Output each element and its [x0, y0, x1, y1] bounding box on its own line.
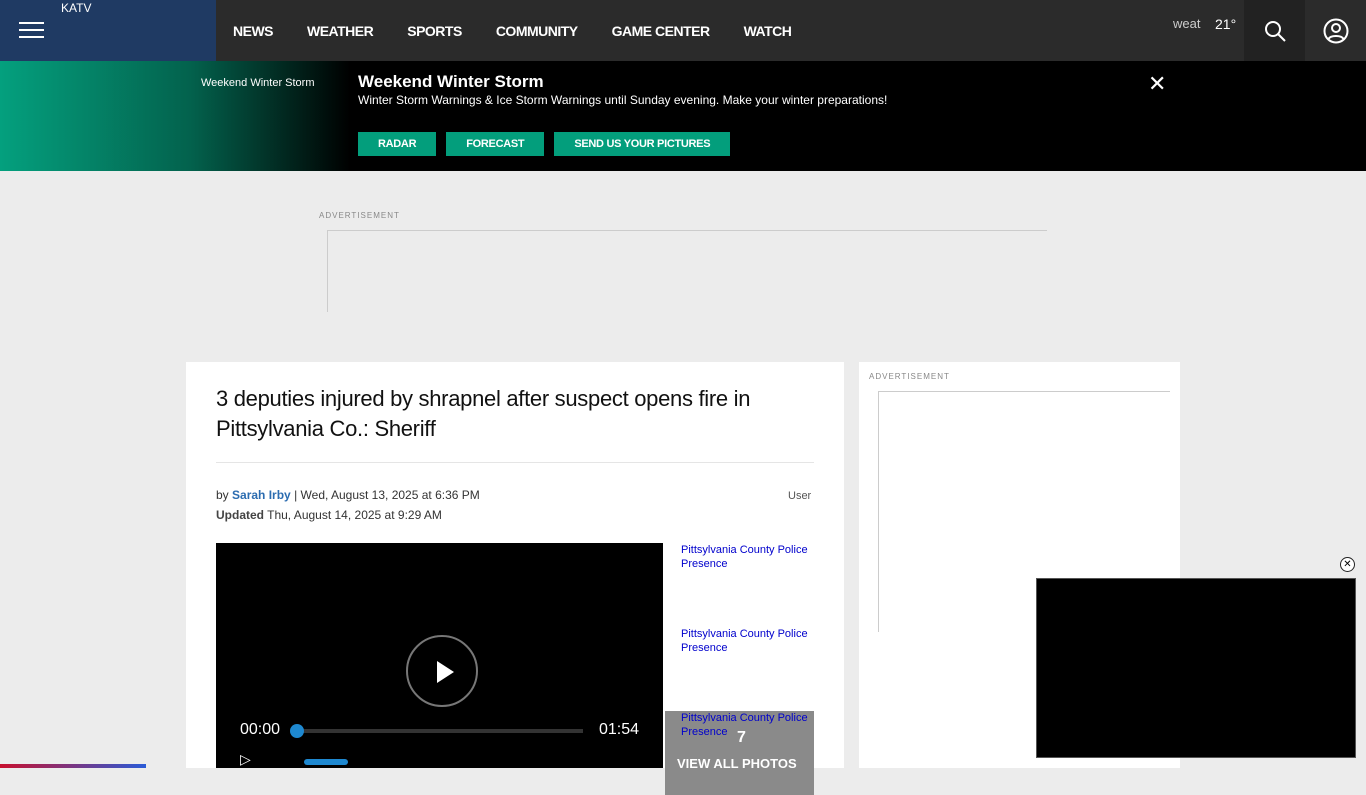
by-label: by: [216, 488, 229, 502]
volume-slider[interactable]: [304, 759, 348, 765]
nav-game-center[interactable]: GAME CENTER: [612, 23, 710, 39]
gallery-thumb-view-all[interactable]: Pittsylvania County Police Presence 7 VI…: [665, 711, 814, 795]
byline: by Sarah Irby | Wed, August 13, 2025 at …: [216, 485, 480, 525]
radar-button[interactable]: RADAR: [358, 132, 437, 156]
user-icon: [1323, 18, 1348, 43]
article: 3 deputies injured by shrapnel after sus…: [186, 362, 844, 795]
gallery-thumb[interactable]: Pittsylvania County Police Presence: [665, 543, 814, 627]
search-icon: [1264, 20, 1286, 42]
forecast-button[interactable]: FORECAST: [446, 132, 545, 156]
view-all-photos[interactable]: VIEW ALL PHOTOS: [677, 757, 797, 771]
search-button[interactable]: [1244, 0, 1305, 61]
nav-news[interactable]: NEWS: [233, 23, 274, 39]
photo-count: 7: [737, 729, 746, 746]
logo-area: KATV: [0, 0, 216, 61]
play-icon[interactable]: [406, 635, 478, 707]
published-date: | Wed, August 13, 2025 at 6:36 PM: [294, 488, 480, 502]
updated-label: Updated: [216, 508, 264, 522]
ad-label: ADVERTISEMENT: [869, 372, 950, 381]
progress-handle[interactable]: [290, 724, 304, 738]
weather-widget[interactable]: weat 21°: [1173, 16, 1236, 32]
nav-community[interactable]: COMMUNITY: [496, 23, 578, 39]
menu-icon[interactable]: [19, 22, 44, 39]
top-ad[interactable]: [327, 230, 1047, 312]
alert-title: Weekend Winter Storm: [358, 72, 544, 91]
account-button[interactable]: [1305, 0, 1366, 61]
article-title: 3 deputies injured by shrapnel after sus…: [216, 386, 751, 441]
duration: 01:54: [599, 721, 640, 738]
close-alert-icon[interactable]: ✕: [1148, 71, 1166, 97]
main-nav: NEWS WEATHER SPORTS COMMUNITY GAME CENTE…: [216, 0, 808, 61]
progress-bar[interactable]: [294, 729, 583, 733]
nav-sports[interactable]: SPORTS: [407, 23, 462, 39]
katv-logo[interactable]: KATV: [61, 1, 91, 15]
floating-video-player[interactable]: [1036, 578, 1356, 758]
nav-weather[interactable]: WEATHER: [307, 23, 374, 39]
alert-text: Winter Storm Warnings & Ice Storm Warnin…: [358, 93, 888, 107]
temperature: 21°: [1215, 16, 1237, 32]
close-floating-video-icon[interactable]: ✕: [1340, 557, 1355, 572]
divider: [216, 462, 814, 463]
updated-date: Thu, August 14, 2025 at 9:29 AM: [267, 508, 442, 522]
page-progress-bar: [0, 764, 146, 768]
current-time: 00:00: [240, 721, 281, 738]
weather-alert-banner: Weekend Winter Storm Weekend Winter Stor…: [0, 61, 1366, 171]
author-link[interactable]: Sarah Irby: [232, 488, 291, 502]
weather-icon: weat: [1173, 16, 1201, 31]
ad-label: ADVERTISEMENT: [319, 211, 400, 220]
send-pictures-button[interactable]: SEND US YOUR PICTURES: [554, 132, 731, 156]
video-player[interactable]: 00:00 01:54 ▷: [216, 543, 663, 768]
play-small-icon[interactable]: ▷: [240, 751, 251, 768]
top-nav-bar: KATV NEWS WEATHER SPORTS COMMUNITY GAME …: [0, 0, 1366, 61]
nav-watch[interactable]: WATCH: [744, 23, 792, 39]
gallery-thumb[interactable]: Pittsylvania County Police Presence: [665, 627, 814, 711]
photo-gallery: Pittsylvania County Police Presence Pitt…: [665, 543, 814, 795]
alert-image: Weekend Winter Storm: [201, 77, 315, 89]
user-avatar: User: [788, 490, 812, 502]
